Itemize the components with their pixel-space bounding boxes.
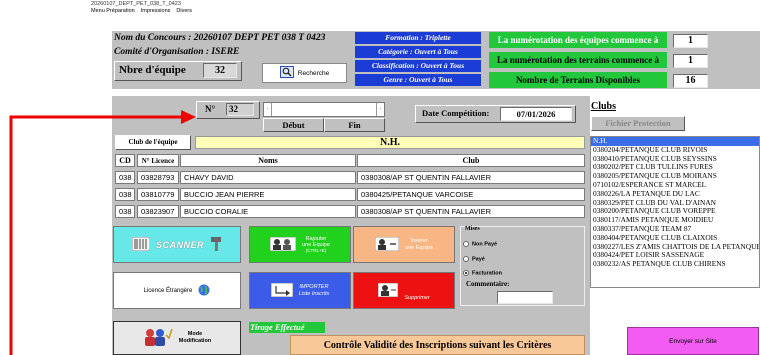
recherche-label: Recherche — [297, 69, 330, 77]
row-1-nom[interactable]: CHAVY DAVID — [180, 171, 356, 184]
inserer-label-line1: Insérer — [410, 237, 428, 244]
mode-label-line1: Mode — [187, 331, 203, 337]
debut-button[interactable]: Début — [263, 118, 324, 132]
tirage-status: Tirage Effectué — [249, 322, 325, 333]
import-icon — [270, 282, 294, 299]
row-1-cd[interactable]: 038 — [115, 171, 135, 184]
fichier-protection-button[interactable]: Fichier Protection — [591, 116, 685, 131]
recherche-button[interactable]: Recherche — [262, 63, 347, 83]
radio-facturation-icon[interactable] — [463, 270, 469, 276]
numerotation-equipes-value[interactable]: 1 — [673, 34, 708, 48]
header-licence: N° Licence — [137, 154, 179, 167]
numero-label: N° — [205, 104, 216, 114]
numerotation-equipes-label: La numérotation des équipes commence à — [489, 32, 667, 48]
menu-item-divers[interactable]: Divers — [176, 8, 192, 14]
club-equipe-value[interactable]: N.H. — [195, 136, 585, 149]
mode-label: Mode Modification — [179, 331, 211, 345]
comite-name: Comité d'Organisation : ISERE — [114, 47, 240, 57]
scanner-label: SCANNER — [155, 239, 204, 250]
numero-value[interactable]: 32 — [226, 103, 254, 116]
genre-label: Genre : Ouvert à Tous — [355, 74, 481, 86]
terrains-disponibles-label: Nombre de Terrains Disponibles — [489, 72, 667, 88]
slider-left-icon[interactable]: · — [264, 103, 272, 116]
magnifier-icon — [279, 66, 294, 80]
globe-icon — [198, 284, 210, 298]
menu-item-preparation[interactable]: Menu Préparation — [91, 8, 135, 14]
row-2-club[interactable]: 0380425/PETANQUE VARCOISE — [357, 188, 585, 201]
controle-validite-button[interactable]: Contrôle Validité des Inscriptions suiva… — [290, 335, 585, 355]
rajouter-equipe-button[interactable]: Rajouter une Equipe (CTRL+E) — [249, 226, 351, 263]
inserer-label: Insérer une Equipe — [405, 238, 433, 252]
row-2-nom[interactable]: BUCCIO JEAN PIERRE — [180, 188, 356, 201]
importer-label-line2: Liste Inscrits — [298, 290, 330, 297]
importer-label-line1: IMPORTER — [299, 283, 329, 290]
importer-label: IMPORTER Liste Inscrits — [299, 284, 330, 298]
envoyer-site-button[interactable]: Envoyer sur Site — [627, 327, 759, 355]
delete-team-icon — [377, 282, 399, 299]
mises-option-facturation[interactable]: Facturation — [463, 270, 502, 276]
mises-option-non-paye[interactable]: Non Payé — [463, 241, 497, 247]
radio-paye-icon[interactable] — [463, 256, 469, 262]
non-paye-label: Non Payé — [472, 241, 498, 248]
terrains-disponibles-value[interactable]: 16 — [673, 74, 708, 88]
row-3-licence[interactable]: 03823907 — [137, 205, 179, 218]
row-1-licence[interactable]: 03828793 — [137, 171, 179, 184]
fin-button[interactable]: Fin — [324, 118, 385, 132]
clubs-title: Clubs — [591, 101, 617, 112]
mises-title: Mises — [465, 226, 480, 232]
numerotation-terrains-value[interactable]: 1 — [673, 54, 708, 68]
barcode-icon — [131, 236, 151, 253]
users-edit-icon — [143, 327, 173, 349]
nbre-equipe-value: 32 — [203, 63, 237, 78]
categorie-label: Catégorie : Ouvert à Tous — [355, 46, 481, 58]
classification-label: Classification : Ouvert à Tous — [355, 60, 481, 72]
commentaire-input[interactable] — [497, 291, 553, 304]
rajouter-label: Rajouter une Equipe (CTRL+E) — [302, 236, 330, 254]
mode-label-line2: Modification — [178, 338, 212, 344]
add-team-icon — [269, 236, 297, 253]
slider-right-icon[interactable]: · — [376, 103, 384, 116]
record-slider[interactable]: · · — [263, 102, 385, 117]
supprimer-button[interactable]: Supprimer — [353, 272, 455, 309]
numerotation-terrains-label: La numérotation des terrains commence à — [489, 52, 667, 68]
window-title: 20260107_DEPT_PET_038_T_0423 — [91, 1, 181, 7]
row-2-licence[interactable]: 03810779 — [137, 188, 179, 201]
row-3-club[interactable]: 0380308/AP ST QUENTIN FALLAVIER — [357, 205, 585, 218]
date-value[interactable]: 07/01/2026 — [500, 107, 572, 121]
date-label: Date Compétition: — [422, 108, 490, 118]
header-noms: Noms — [180, 154, 356, 167]
rajouter-label-line3: (CTRL+E) — [305, 247, 327, 253]
scanner-button[interactable]: SCANNER — [113, 226, 241, 263]
inserer-equipe-button[interactable]: Insérer une Equipe — [353, 226, 455, 263]
commentaire-label: Commentaire: — [466, 280, 510, 288]
header-club: Club — [357, 154, 585, 167]
licence-etrangere-label: Licence Étrangère — [143, 287, 193, 294]
row-3-nom[interactable]: BUCCIO CORALIE — [180, 205, 356, 218]
paye-label: Payé — [472, 256, 485, 263]
menu-bar: Menu Préparation Impressions Divers — [91, 8, 192, 14]
insert-team-icon — [374, 236, 400, 253]
licence-etrangere-button[interactable]: Licence Étrangère — [113, 272, 241, 309]
radio-non-paye-icon[interactable] — [463, 241, 469, 247]
supprimer-label: Supprimer — [404, 294, 430, 301]
club-equipe-label: Club de l'équipe — [115, 135, 191, 150]
row-3-cd[interactable]: 038 — [115, 205, 135, 218]
concours-name: Nom du Concours : 20260107 DEPT PET 038 … — [114, 33, 326, 43]
row-1-club[interactable]: 0380308/AP ST QUENTIN FALLAVIER — [357, 171, 585, 184]
menu-item-impressions[interactable]: Impressions — [141, 8, 171, 14]
mode-modification-button[interactable]: Mode Modification — [113, 321, 241, 355]
importer-liste-button[interactable]: IMPORTER Liste Inscrits — [249, 272, 351, 309]
mises-option-paye[interactable]: Payé — [463, 256, 485, 262]
nbre-equipe-label: Nbre d'équipe — [119, 64, 186, 76]
header-cd: CD — [115, 154, 135, 167]
club-list-item[interactable]: 0380232/AS PETANQUE CLUB CHIRENS — [591, 259, 759, 269]
formation-label: Formation : Triplette — [355, 32, 481, 44]
clubs-list[interactable]: N.H. 0380204/PETANQUE CLUB RIVOIS 038041… — [590, 136, 760, 288]
scanner-gun-icon — [210, 236, 222, 254]
inserer-label-line2: une Equipe — [405, 244, 433, 251]
row-2-cd[interactable]: 038 — [115, 188, 135, 201]
facturation-label: Facturation — [472, 270, 502, 277]
